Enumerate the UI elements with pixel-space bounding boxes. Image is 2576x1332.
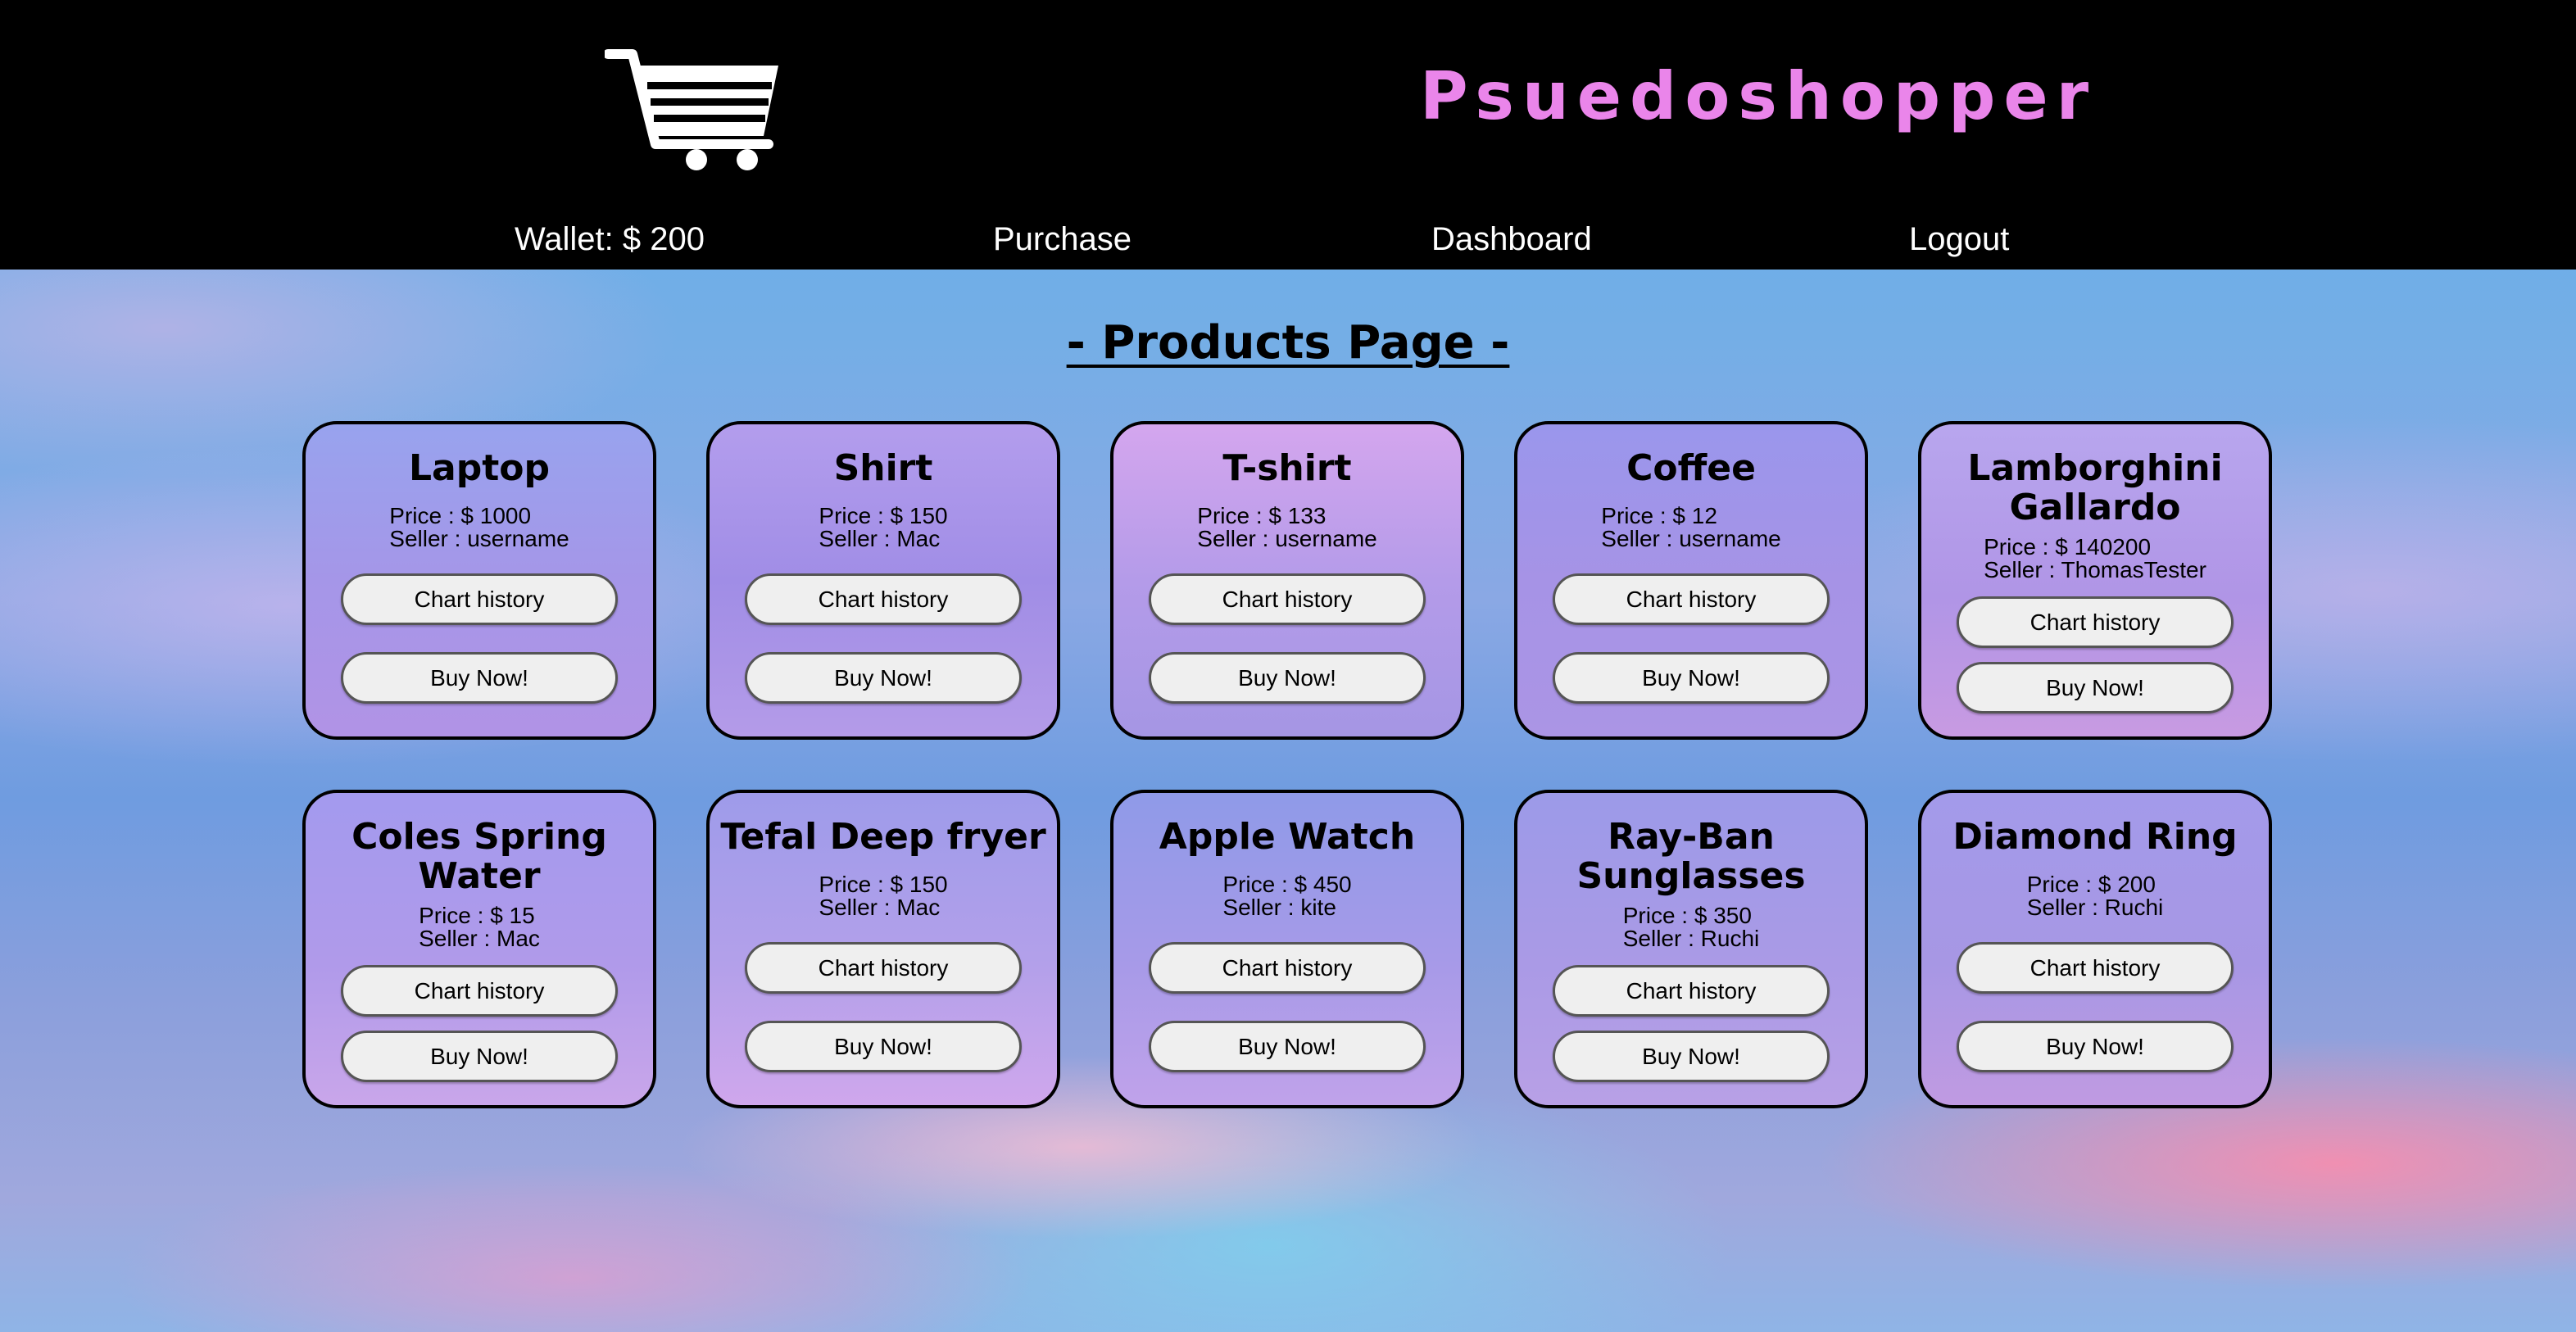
product-price: Price : $ 350 bbox=[1622, 903, 1752, 928]
product-price: Price : $ 12 bbox=[1601, 503, 1717, 528]
chart-history-button[interactable]: Chart history bbox=[745, 942, 1022, 994]
product-card: Apple Watch Price : $ 450 Seller : kite … bbox=[1110, 790, 1464, 1108]
product-card: Tefal Deep fryer Price : $ 150 Seller : … bbox=[706, 790, 1060, 1108]
buy-now-button[interactable]: Buy Now! bbox=[341, 652, 618, 704]
buy-now-button[interactable]: Buy Now! bbox=[1957, 1021, 2234, 1072]
product-info: Price : $ 150 Seller : Mac bbox=[819, 873, 947, 919]
brand-name: Psuedoshopper bbox=[1420, 58, 2098, 134]
buy-now-button[interactable]: Buy Now! bbox=[745, 1021, 1022, 1072]
product-seller: Seller : Mac bbox=[819, 895, 941, 920]
buy-now-button[interactable]: Buy Now! bbox=[1957, 662, 2234, 714]
product-seller: Seller : kite bbox=[1222, 895, 1336, 920]
buy-now-button[interactable]: Buy Now! bbox=[1553, 1031, 1830, 1082]
product-name: Lamborghini Gallardo bbox=[1967, 447, 2223, 528]
product-info: Price : $ 140200 Seller : ThomasTester bbox=[1984, 536, 2206, 582]
product-name: T-shirt bbox=[1222, 447, 1352, 489]
wallet-balance[interactable]: Wallet: $ 200 bbox=[515, 223, 705, 256]
buy-now-button[interactable]: Buy Now! bbox=[1149, 1021, 1426, 1072]
product-info: Price : $ 12 Seller : username bbox=[1601, 505, 1780, 550]
product-price: Price : $ 150 bbox=[819, 872, 948, 897]
product-price: Price : $ 140200 bbox=[1984, 534, 2152, 560]
nav-dashboard-link[interactable]: Dashboard bbox=[1431, 223, 1592, 256]
product-info: Price : $ 350 Seller : Ruchi bbox=[1623, 904, 1760, 950]
chart-history-button[interactable]: Chart history bbox=[341, 573, 618, 625]
chart-history-button[interactable]: Chart history bbox=[1553, 573, 1830, 625]
nav-purchase-link[interactable]: Purchase bbox=[993, 223, 1132, 256]
product-seller: Seller : Ruchi bbox=[1622, 926, 1760, 951]
product-card: Laptop Price : $ 1000 Seller : username … bbox=[302, 421, 656, 740]
product-info: Price : $ 15 Seller : Mac bbox=[419, 904, 540, 950]
product-info: Price : $ 150 Seller : Mac bbox=[819, 505, 947, 550]
product-name: Shirt bbox=[833, 447, 933, 489]
chart-history-button[interactable]: Chart history bbox=[341, 965, 618, 1017]
product-name: Laptop bbox=[409, 447, 550, 489]
product-info: Price : $ 133 Seller : username bbox=[1197, 505, 1376, 550]
product-info: Price : $ 450 Seller : kite bbox=[1222, 873, 1351, 919]
buy-now-button[interactable]: Buy Now! bbox=[341, 1031, 618, 1082]
product-name: Apple Watch bbox=[1159, 816, 1416, 858]
page-title: - Products Page - bbox=[1066, 316, 1510, 369]
product-seller: Seller : Mac bbox=[819, 526, 941, 551]
product-seller: Seller : Ruchi bbox=[2026, 895, 2164, 920]
product-name: Coles Spring Water bbox=[351, 816, 607, 897]
product-price: Price : $ 200 bbox=[2026, 872, 2156, 897]
chart-history-button[interactable]: Chart history bbox=[1957, 596, 2234, 648]
product-name: Tefal Deep fryer bbox=[720, 816, 1046, 858]
product-seller: Seller : Mac bbox=[419, 926, 540, 951]
product-name: Diamond Ring bbox=[1952, 816, 2238, 858]
product-price: Price : $ 450 bbox=[1222, 872, 1352, 897]
shopping-cart-icon[interactable] bbox=[605, 48, 782, 172]
product-seller: Seller : username bbox=[1601, 526, 1781, 551]
product-price: Price : $ 133 bbox=[1197, 503, 1327, 528]
product-card: Lamborghini Gallardo Price : $ 140200 Se… bbox=[1918, 421, 2272, 740]
product-price: Price : $ 150 bbox=[819, 503, 948, 528]
product-card: Shirt Price : $ 150 Seller : Mac Chart h… bbox=[706, 421, 1060, 740]
top-header: Psuedoshopper Wallet: $ 200 Purchase Das… bbox=[0, 0, 2576, 270]
buy-now-button[interactable]: Buy Now! bbox=[1149, 652, 1426, 704]
chart-history-button[interactable]: Chart history bbox=[745, 573, 1022, 625]
product-info: Price : $ 200 Seller : Ruchi bbox=[2027, 873, 2164, 919]
buy-now-button[interactable]: Buy Now! bbox=[745, 652, 1022, 704]
product-card: Diamond Ring Price : $ 200 Seller : Ruch… bbox=[1918, 790, 2272, 1108]
buy-now-button[interactable]: Buy Now! bbox=[1553, 652, 1830, 704]
nav-logout-link[interactable]: Logout bbox=[1909, 223, 2009, 256]
product-card: T-shirt Price : $ 133 Seller : username … bbox=[1110, 421, 1464, 740]
chart-history-button[interactable]: Chart history bbox=[1149, 573, 1426, 625]
product-seller: Seller : username bbox=[389, 526, 569, 551]
product-name: Coffee bbox=[1626, 447, 1756, 489]
product-price: Price : $ 15 bbox=[419, 903, 535, 928]
chart-history-button[interactable]: Chart history bbox=[1149, 942, 1426, 994]
product-card: Ray-Ban Sunglasses Price : $ 350 Seller … bbox=[1514, 790, 1868, 1108]
product-seller: Seller : ThomasTester bbox=[1984, 557, 2206, 582]
product-card: Coffee Price : $ 12 Seller : username Ch… bbox=[1514, 421, 1868, 740]
product-info: Price : $ 1000 Seller : username bbox=[389, 505, 569, 550]
product-card: Coles Spring Water Price : $ 15 Seller :… bbox=[302, 790, 656, 1108]
chart-history-button[interactable]: Chart history bbox=[1957, 942, 2234, 994]
chart-history-button[interactable]: Chart history bbox=[1553, 965, 1830, 1017]
product-name: Ray-Ban Sunglasses bbox=[1576, 816, 1806, 897]
product-grid: Laptop Price : $ 1000 Seller : username … bbox=[302, 421, 2274, 1108]
product-price: Price : $ 1000 bbox=[389, 503, 532, 528]
product-seller: Seller : username bbox=[1197, 526, 1377, 551]
